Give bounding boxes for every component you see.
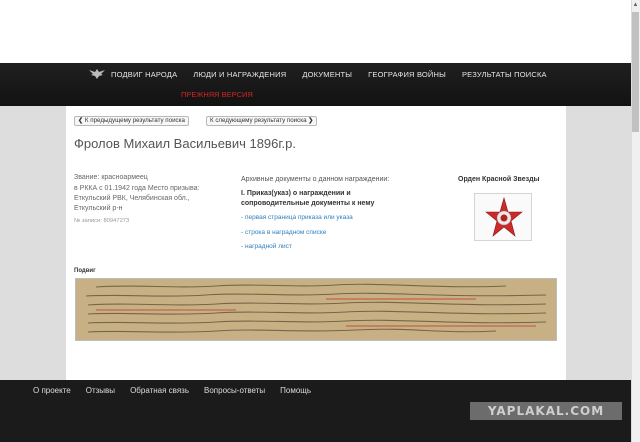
award-image[interactable] — [474, 193, 532, 241]
feat-label: Подвиг — [74, 268, 96, 274]
link-order-first-page[interactable]: - первая страница приказа или указа — [241, 214, 353, 221]
archive-heading: Архивные документы о данном награждении: — [241, 176, 390, 183]
record-number: № записи: 80947273 — [74, 218, 130, 224]
rank-text: Звание: красноармеец — [74, 174, 148, 181]
scroll-up-icon[interactable]: ▲ — [632, 1, 639, 10]
page-title: Фролов Михаил Васильевич 1896г.р. — [74, 136, 297, 151]
nav-item-results[interactable]: РЕЗУЛЬТАТЫ ПОИСКА — [462, 70, 547, 79]
handwritten-document-picture — [76, 279, 556, 340]
eagle-logo-icon[interactable] — [88, 68, 106, 80]
footer-link-feedback[interactable]: Обратная связь — [130, 386, 189, 395]
nav-menu: ПОДВИГ НАРОДА ЛЮДИ И НАГРАЖДЕНИЯ ДОКУМЕН… — [88, 67, 563, 81]
red-star-order-icon — [485, 196, 523, 237]
archive-doc-title-line-1: I. Приказ(указ) о награждении и — [241, 190, 351, 197]
prev-result-button[interactable]: ❮ К предыдущему результату поиска — [74, 116, 189, 126]
old-version-link[interactable]: ПРЕЖНЯЯ ВЕРСИЯ — [181, 90, 253, 99]
main-navbar: ПОДВИГ НАРОДА ЛЮДИ И НАГРАЖДЕНИЯ ДОКУМЕН… — [0, 63, 631, 106]
footer-link-reviews[interactable]: Отзывы — [86, 386, 115, 395]
award-name: Орден Красной Звезды — [458, 176, 540, 183]
nav-item-documents[interactable]: ДОКУМЕНТЫ — [302, 70, 352, 79]
vertical-scrollbar[interactable]: ▲ — [631, 0, 640, 442]
browser-top-area — [0, 0, 631, 63]
footer-link-faq[interactable]: Вопросы-ответы — [204, 386, 265, 395]
site-watermark: YAPLAKAL.COM — [470, 402, 622, 420]
nav-item-feat[interactable]: ПОДВИГ НАРОДА — [111, 70, 177, 79]
service-text-3: Еткульский р-н — [74, 205, 123, 212]
archive-doc-title[interactable]: I. Приказ(указ) о награждении и сопровод… — [241, 189, 401, 209]
archive-doc-title-line-2: сопроводительные документы к нему — [241, 200, 375, 207]
nav-item-geography[interactable]: ГЕОГРАФИЯ ВОЙНЫ — [368, 70, 446, 79]
service-text-1: в РККА с 01.1942 года Место призыва: — [74, 185, 200, 192]
service-text-2: Еткульский РВК, Челябинская обл., — [74, 195, 190, 202]
chevron-left-icon: ❮ — [78, 117, 84, 124]
footer-menu: О проекте Отзывы Обратная связь Вопросы-… — [33, 386, 326, 395]
link-award-sheet[interactable]: - наградной лист — [241, 243, 292, 250]
next-result-label: К следующему результату поиска — [210, 117, 307, 124]
nav-item-people[interactable]: ЛЮДИ И НАГРАЖДЕНИЯ — [193, 70, 286, 79]
scroll-thumb[interactable] — [632, 12, 639, 132]
link-award-list-row[interactable]: - строка в наградном списке — [241, 229, 326, 236]
award-document-scan[interactable] — [75, 278, 557, 341]
footer-link-help[interactable]: Помощь — [280, 386, 311, 395]
footer-link-about[interactable]: О проекте — [33, 386, 71, 395]
next-result-button[interactable]: К следующему результату поиска ❯ — [206, 116, 318, 126]
chevron-right-icon: ❯ — [308, 117, 314, 124]
prev-result-label: К предыдущему результату поиска — [84, 117, 185, 124]
